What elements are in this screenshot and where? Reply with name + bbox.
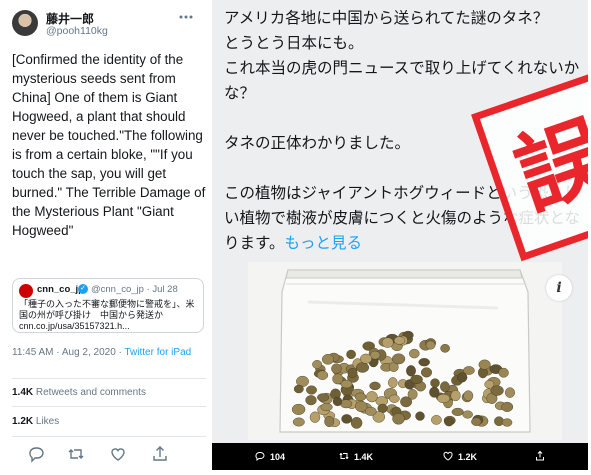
quoted-tweet-card[interactable]: cnn_co_jp ✓ @cnn_co_jp · Jul 28 「種子の入った不… xyxy=(12,278,204,333)
quoted-tweet-text: 「種子の入った不審な郵便物に警戒を」、米国の州が呼び掛け 中国から発送か cnn… xyxy=(19,299,195,331)
tweet-panel: 藤井一郎 @pooh110kg [Confirmed the identity … xyxy=(0,0,210,475)
retweets-count: 1.4K xyxy=(12,387,34,398)
tweet-timestamp: 11:45 AM · Aug 2, 2020 · Twitter for iPa… xyxy=(12,346,206,359)
verified-badge-icon: ✓ xyxy=(78,284,88,294)
divider xyxy=(12,406,206,407)
likes-stat[interactable]: 1.2K Likes xyxy=(12,416,59,427)
author-handle[interactable]: @pooh110kg xyxy=(46,25,108,37)
divider xyxy=(12,436,206,437)
share-icon[interactable] xyxy=(150,444,170,464)
likes-label: Likes xyxy=(33,416,60,427)
embedded-reply-button[interactable]: 104 xyxy=(254,450,285,462)
likes-count: 1.2K xyxy=(12,416,34,427)
retweets-label: Retweets and comments xyxy=(33,387,146,398)
more-options-icon[interactable] xyxy=(176,10,196,20)
reply-icon[interactable] xyxy=(26,444,46,464)
author-avatar[interactable] xyxy=(12,10,38,36)
timestamp-text: 11:45 AM · Aug 2, 2020 · xyxy=(12,347,125,358)
tweet-text: [Confirmed the identity of the mysteriou… xyxy=(12,52,206,238)
stamp-text: 誤導 xyxy=(502,72,588,229)
embedded-actions-bar: 104 1.4K 1.2K xyxy=(212,443,588,470)
embedded-retweet-count: 1.4K xyxy=(354,452,374,462)
like-icon[interactable] xyxy=(108,444,128,464)
retweet-icon[interactable] xyxy=(66,444,86,464)
embedded-retweet-button[interactable]: 1.4K xyxy=(338,450,373,462)
quoted-author-name: cnn_co_jp xyxy=(37,284,84,295)
embedded-like-count: 1.2K xyxy=(458,452,478,462)
divider xyxy=(12,378,206,379)
seed-bag-photo xyxy=(248,262,562,440)
tweet-source-link[interactable]: Twitter for iPad xyxy=(125,347,192,358)
embedded-reply-count: 104 xyxy=(270,452,286,462)
show-more-link[interactable]: もっと見る xyxy=(284,235,362,252)
attached-image[interactable]: アメリカ各地に中国から送られてた謎のタネ？ とうとう日本にも。 これ本当の虎の門… xyxy=(212,0,588,470)
embedded-share-button[interactable] xyxy=(534,450,550,462)
cnn-logo xyxy=(19,284,33,298)
embedded-like-button[interactable]: 1.2K xyxy=(442,450,477,462)
retweets-stat[interactable]: 1.4K Retweets and comments xyxy=(12,387,146,398)
info-icon[interactable]: i xyxy=(546,275,572,301)
quoted-author-meta: @cnn_co_jp · Jul 28 xyxy=(91,284,178,295)
